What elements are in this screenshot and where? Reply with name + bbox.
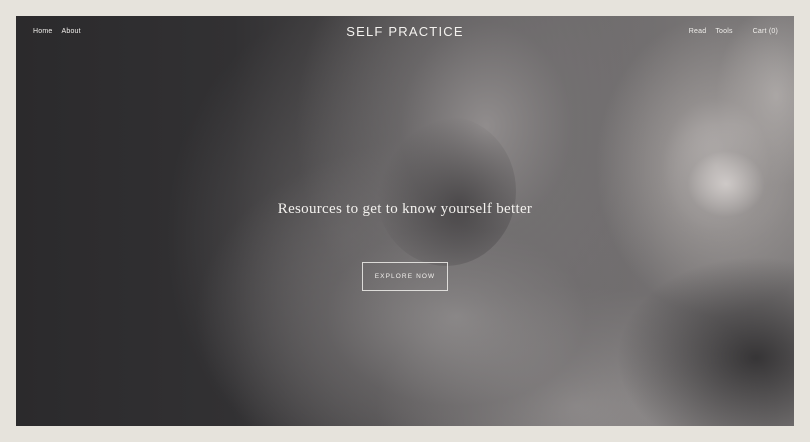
cart-link[interactable]: Cart (0) (753, 28, 778, 35)
hero-image-shadow (376, 116, 516, 266)
secondary-nav: Read Tools Cart (0) (680, 28, 778, 35)
site-logo[interactable]: SELF PRACTICE (16, 24, 794, 39)
hero-image-highlight (646, 124, 794, 264)
explore-now-button[interactable]: EXPLORE NOW (362, 262, 448, 291)
nav-link-tools[interactable]: Tools (715, 28, 732, 35)
hero-image-shadow (616, 256, 794, 426)
nav-link-read[interactable]: Read (689, 28, 707, 35)
hero-tagline: Resources to get to know yourself better (277, 201, 533, 217)
hero-section: Home About SELF PRACTICE Read Tools Cart… (16, 16, 794, 426)
